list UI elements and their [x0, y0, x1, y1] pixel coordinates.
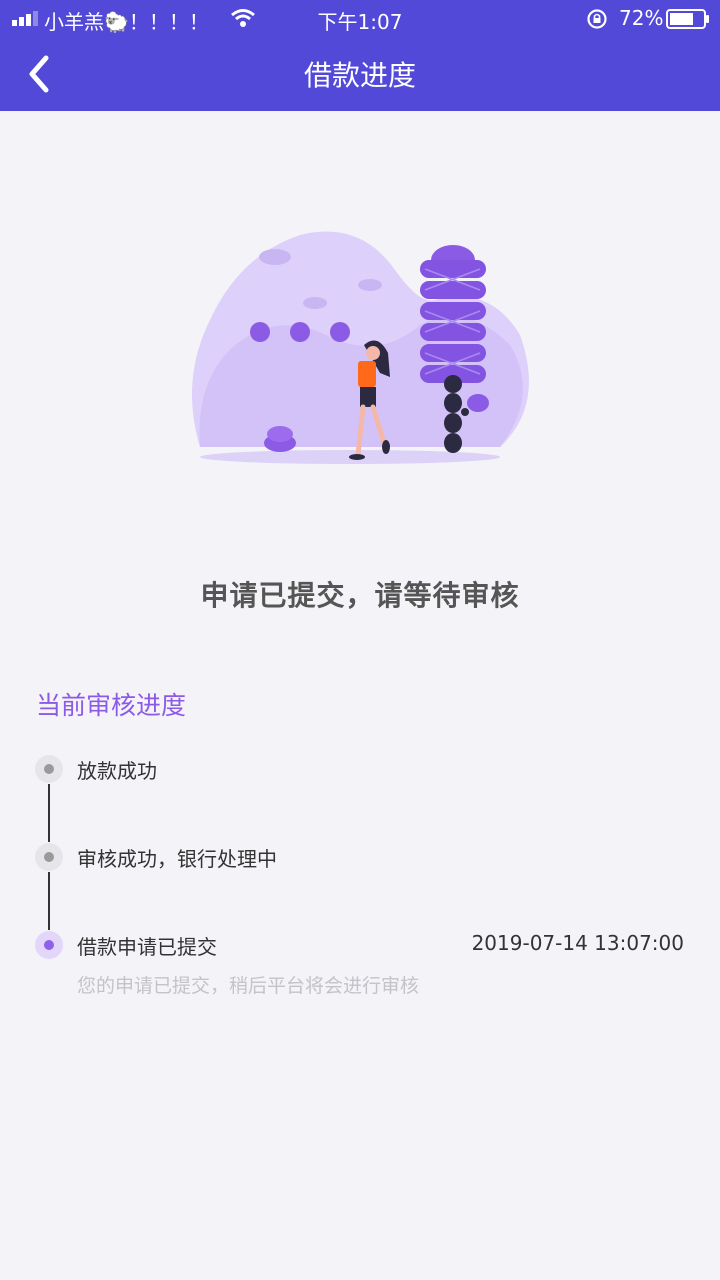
header: 小羊羔🐑！！！！ 下午1:07 72% 借款进度 [0, 0, 720, 111]
step-timestamp: 2019-07-14 13:07:00 [471, 931, 684, 955]
step-indicator-pending [35, 755, 63, 783]
battery-icon [666, 9, 709, 29]
navigation-bar: 借款进度 [0, 36, 720, 111]
page-title: 借款进度 [303, 59, 416, 92]
rotation-lock-icon [587, 9, 607, 29]
step-indicator-pending [35, 843, 63, 871]
waiting-illustration [192, 231, 529, 464]
step-description: 您的申请已提交，稍后平台将会进行审核 [77, 975, 420, 997]
battery-percentage: 72% [619, 6, 664, 30]
submission-status-message: 申请已提交，请等待审核 [200, 579, 520, 612]
step-label: 借款申请已提交 [77, 935, 217, 959]
step-indicator-current [35, 931, 63, 959]
step-label: 审核成功，银行处理中 [77, 847, 277, 871]
status-time: 下午1:07 [317, 10, 403, 34]
step-label: 放款成功 [77, 759, 157, 783]
progress-section-title: 当前审核进度 [36, 691, 187, 720]
status-bar: 小羊羔🐑！！！！ 下午1:07 72% [0, 0, 720, 36]
timeline-connector [48, 872, 50, 930]
timeline-connector [48, 784, 50, 842]
